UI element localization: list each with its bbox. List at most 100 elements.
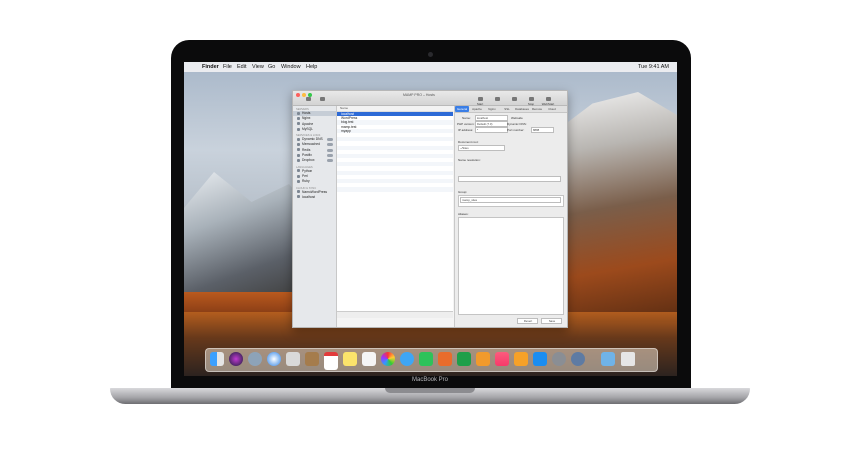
document-root-field[interactable]: ~/Sites xyxy=(458,145,505,151)
tab-cloud[interactable]: Cloud xyxy=(545,106,559,112)
menu-view[interactable]: View xyxy=(252,62,264,72)
menu-go[interactable]: Go xyxy=(268,62,275,72)
sidebar-item-localhost[interactable]: localhost xyxy=(293,195,336,200)
siri-icon[interactable] xyxy=(229,352,243,366)
tab-apache[interactable]: Apache xyxy=(470,106,484,112)
sidebar-item-ruby[interactable]: Ruby xyxy=(293,179,336,184)
postfix-toggle[interactable] xyxy=(327,154,333,158)
sidebar-item-mysql[interactable]: MySQL xyxy=(293,127,336,132)
photos-icon[interactable] xyxy=(381,352,395,366)
start-icon xyxy=(477,97,483,101)
app-window: MAMP PRO – Hosts Start Stop WebStart Ser… xyxy=(292,90,568,328)
dropbox-icon xyxy=(297,159,300,162)
share-icon xyxy=(511,97,517,101)
perl-icon xyxy=(297,174,300,178)
menu-help[interactable]: Help xyxy=(306,62,317,72)
reminders-icon[interactable] xyxy=(362,352,376,366)
list-footer-bar[interactable] xyxy=(337,311,453,318)
numbers-icon[interactable] xyxy=(457,352,471,366)
stop-icon xyxy=(528,97,534,101)
redis-toggle[interactable] xyxy=(327,148,333,152)
label-websafe: Websafe xyxy=(511,116,523,120)
tab-general[interactable]: General xyxy=(455,106,469,112)
memcached-toggle[interactable] xyxy=(327,143,333,147)
save-button[interactable]: Save xyxy=(541,318,562,324)
revert-button[interactable]: Revert xyxy=(517,318,538,324)
empty-row xyxy=(337,192,453,196)
launchpad-icon[interactable] xyxy=(248,352,262,366)
mail-icon[interactable] xyxy=(286,352,300,366)
label-ip: IP address: xyxy=(458,128,474,132)
music-icon[interactable] xyxy=(495,352,509,366)
label-name-resolution: Name resolution: xyxy=(458,158,481,162)
group-field[interactable]: mamp_sites xyxy=(460,197,561,203)
menu-window[interactable]: Window xyxy=(281,62,301,72)
menu-edit[interactable]: Edit xyxy=(237,62,246,72)
ruby-icon xyxy=(297,179,300,183)
mysql-icon xyxy=(297,127,300,131)
hosts-list: Name localhost WordPress blog.test mamp.… xyxy=(337,106,453,311)
books-icon[interactable] xyxy=(514,352,528,366)
toolbar-button-5[interactable] xyxy=(505,97,523,102)
dropbox-toggle[interactable] xyxy=(327,159,333,163)
toolbar-stop-button[interactable]: Stop xyxy=(522,97,540,106)
facetime-icon[interactable] xyxy=(419,352,433,366)
nginx-icon xyxy=(297,116,300,120)
label-document-root: Document root: xyxy=(458,140,479,144)
memcached-icon xyxy=(297,143,300,147)
desktop-screen: Finder File Edit View Go Window Help Tue… xyxy=(184,62,677,376)
system-preferences-icon[interactable] xyxy=(552,352,566,366)
apache-icon xyxy=(297,122,300,126)
label-dyndns: Dynamic DNS: xyxy=(507,122,527,126)
host-inspector: General Apache Nginx SSL Databases Remot… xyxy=(454,106,567,327)
keynote-icon[interactable] xyxy=(438,352,452,366)
downloads-folder-icon[interactable] xyxy=(601,352,615,366)
window-titlebar[interactable]: MAMP PRO – Hosts Start Stop WebStart xyxy=(293,91,567,106)
safari-icon[interactable] xyxy=(267,352,281,366)
port-field[interactable]: 8888 xyxy=(531,127,554,133)
tab-remote[interactable]: Remote xyxy=(530,106,544,112)
app-store-icon[interactable] xyxy=(533,352,547,366)
dns-icon xyxy=(297,137,300,141)
tab-databases[interactable]: Databases xyxy=(515,106,529,112)
toolbar-button-2[interactable] xyxy=(313,97,331,102)
contacts-icon[interactable] xyxy=(305,352,319,366)
resolution-field[interactable] xyxy=(458,176,561,182)
postfix-icon xyxy=(297,153,300,157)
editor-icon xyxy=(494,97,500,101)
camera-icon xyxy=(428,52,433,57)
messages-icon[interactable] xyxy=(400,352,414,366)
sidebar-item-dropbox[interactable]: Dropbox xyxy=(293,158,336,163)
menu-clock[interactable]: Tue 9:41 AM xyxy=(638,62,669,72)
aliases-list[interactable] xyxy=(458,217,564,315)
tab-nginx[interactable]: Nginx xyxy=(485,106,499,112)
dyndns-toggle[interactable] xyxy=(327,138,333,142)
tab-ssl[interactable]: SSL xyxy=(500,106,514,112)
sync-icon xyxy=(319,97,325,101)
label-aliases: Aliases: xyxy=(458,212,469,216)
label-group: Group: xyxy=(458,190,468,194)
cloud-icon xyxy=(297,190,300,194)
calendar-icon[interactable] xyxy=(324,352,338,370)
toolbar-start-button[interactable]: Start xyxy=(471,97,489,106)
mamp-icon[interactable] xyxy=(571,352,585,366)
menu-file[interactable]: File xyxy=(223,62,232,72)
menu-finder[interactable]: Finder xyxy=(202,62,219,72)
notes-icon[interactable] xyxy=(343,352,357,366)
finder-icon[interactable] xyxy=(210,352,224,366)
cloud-icon xyxy=(297,195,300,199)
toolbar-webstart-button[interactable]: WebStart xyxy=(539,97,557,106)
laptop-notch xyxy=(385,388,475,393)
dock xyxy=(205,348,658,372)
ip-address-select[interactable]: * xyxy=(475,127,508,133)
trash-icon[interactable] xyxy=(621,352,635,366)
brand-label: MacBook Pro xyxy=(411,377,448,383)
webstart-icon xyxy=(545,97,551,101)
python-icon xyxy=(297,169,300,173)
window-title: MAMP PRO – Hosts xyxy=(403,93,435,97)
label-port: Port number: xyxy=(507,128,525,132)
pages-icon[interactable] xyxy=(476,352,490,366)
label-name: Name: xyxy=(462,116,471,120)
redis-icon xyxy=(297,148,300,152)
toolbar-button-4[interactable] xyxy=(488,97,506,102)
